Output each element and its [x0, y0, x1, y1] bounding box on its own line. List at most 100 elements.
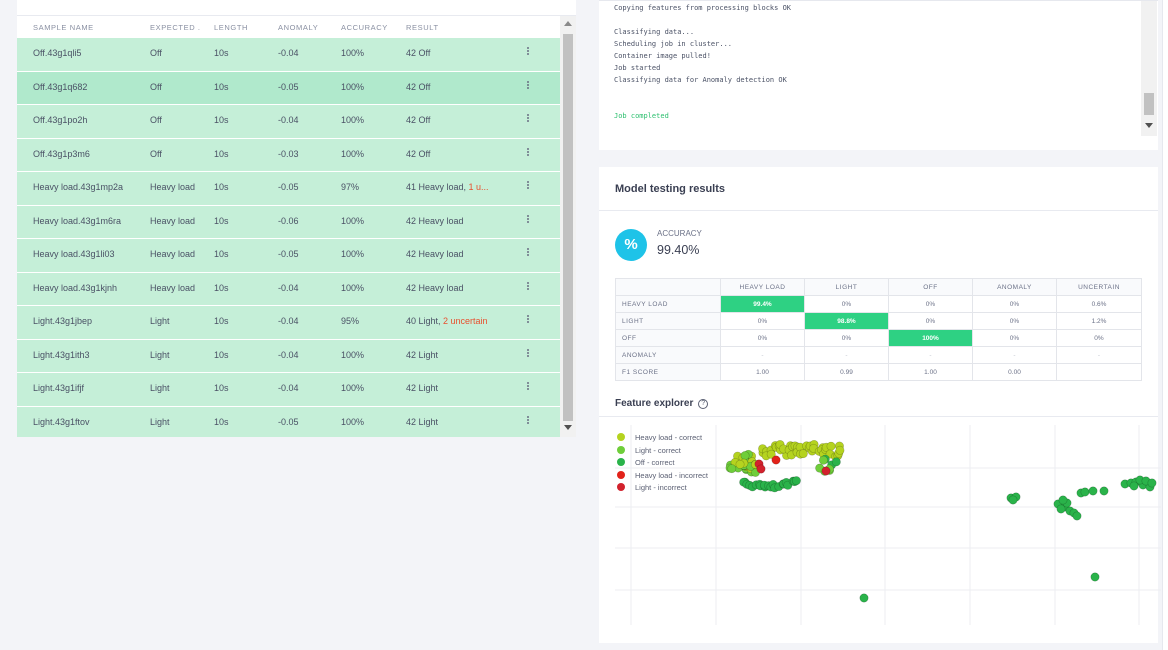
point-light[interactable]	[735, 459, 745, 469]
point-off[interactable]	[1080, 487, 1090, 497]
point-off[interactable]	[791, 476, 801, 486]
result: 42 Heavy load	[406, 249, 501, 259]
sample-name: Light.43g1ifjf	[33, 383, 85, 393]
sample-length: 10s	[214, 349, 229, 360]
point-off[interactable]	[1008, 495, 1018, 505]
table-row[interactable]: Heavy load.43g1kjnh Heavy load 10s -0.04 100…	[17, 272, 560, 306]
table-row[interactable]: Light.43g1ftov Light 10s -0.05 100% 42 Light	[17, 406, 560, 437]
matrix-cell: 0%	[888, 295, 973, 313]
point-off[interactable]	[1129, 481, 1139, 491]
point-light[interactable]	[727, 464, 737, 474]
table-row[interactable]: Off.43g1qli5 Off 10s -0.04 100% 42 Off	[17, 38, 560, 72]
log-scrollbar[interactable]	[1141, 1, 1157, 136]
row-menu-icon[interactable]	[524, 348, 532, 362]
point-off[interactable]	[1099, 486, 1109, 496]
table-scrollbar[interactable]	[560, 16, 576, 437]
scroll-down-icon[interactable]	[564, 425, 572, 430]
row-menu-icon[interactable]	[524, 180, 532, 194]
column-length[interactable]: LENGTH	[214, 23, 264, 32]
table-row[interactable]: Heavy load.43g1m6ra Heavy load 10s -0.06 100…	[17, 205, 560, 239]
legend-item[interactable]: Off - correct	[617, 458, 708, 471]
table-row[interactable]: Light.43g1ifjf Light 10s -0.04 100% 42 Light	[17, 373, 560, 407]
point-off[interactable]	[1058, 495, 1068, 505]
table-row[interactable]: Heavy load.43g1mp2a Heavy load 10s -0.05 97%…	[17, 172, 560, 206]
uncertain-count: 1 u...	[468, 182, 489, 192]
row-menu-icon[interactable]	[524, 113, 532, 127]
row-menu-icon[interactable]	[524, 46, 532, 60]
expected-label: Heavy load	[150, 249, 196, 259]
point-off[interactable]	[1072, 511, 1082, 521]
column-result[interactable]: RESULT	[406, 23, 466, 32]
table-row[interactable]: Off.43g1po2h Off 10s -0.04 100% 42 Off	[17, 105, 560, 139]
point-heavy-load-incorrect[interactable]	[771, 455, 781, 465]
accuracy: 100%	[341, 249, 365, 259]
result-text: 42 Light	[406, 416, 439, 427]
feature-explorer-label: Feature explorer	[615, 398, 694, 409]
accuracy-value: 99.40%	[657, 243, 700, 257]
log-line: Job completed	[614, 112, 669, 120]
column-sample-name[interactable]: SAMPLE NAME	[33, 23, 133, 32]
row-menu-icon[interactable]	[524, 80, 532, 94]
accuracy-label: ACCURACY	[657, 229, 702, 238]
point-off[interactable]	[1090, 572, 1100, 582]
table-row[interactable]: Light.43g1jbep Light 10s -0.04 95% 40 Light, …	[17, 306, 560, 340]
column-accuracy[interactable]: ACCURACY	[341, 23, 401, 32]
point-off[interactable]	[818, 455, 828, 465]
result: 41 Heavy load, 1 u...	[406, 182, 501, 192]
point-heavy-load[interactable]	[835, 445, 845, 455]
help-icon[interactable]: ?	[698, 399, 709, 409]
legend-item[interactable]: Heavy load - incorrect	[617, 470, 708, 484]
sample-name: Heavy load.43g1m6ra	[33, 215, 122, 226]
point-light[interactable]	[740, 451, 750, 461]
row-menu-icon[interactable]	[524, 281, 532, 295]
legend-label: Light - correct	[635, 445, 681, 455]
result-text: 42 Heavy load	[406, 249, 464, 259]
table-row[interactable]: Off.43g1q682 Off 10s -0.05 100% 42 Off	[17, 71, 560, 105]
divider	[599, 210, 1158, 211]
legend-dot-icon	[617, 470, 625, 479]
legend-item[interactable]: Light - incorrect	[617, 483, 708, 496]
log-scroll-down-icon[interactable]	[1145, 123, 1153, 128]
result: 42 Off	[406, 149, 501, 159]
result-text: 42 Heavy load	[406, 282, 464, 293]
column-anomaly[interactable]: ANOMALY	[278, 23, 328, 32]
row-menu-icon[interactable]	[524, 214, 532, 228]
matrix-cell: 0%	[972, 329, 1057, 347]
row-menu-icon[interactable]	[524, 147, 532, 161]
log-line: Container image pulled!	[614, 52, 711, 60]
point-heavy-load[interactable]	[826, 441, 836, 451]
matrix-cell: 0%	[972, 312, 1057, 330]
anomaly-score: -0.05	[278, 182, 299, 192]
point-light-incorrect[interactable]	[756, 464, 766, 474]
job-log-panel: Copying features from processing blocks …	[599, 0, 1158, 150]
accuracy: 100%	[341, 215, 365, 226]
row-menu-icon[interactable]	[524, 415, 532, 429]
scroll-up-icon[interactable]	[564, 21, 572, 26]
point-off[interactable]	[1088, 486, 1098, 496]
point-off[interactable]	[831, 457, 841, 467]
accuracy: 100%	[341, 416, 365, 427]
table-body: Off.43g1qli5 Off 10s -0.04 100% 42 Off Off.43g…	[17, 38, 560, 437]
matrix-cell: -	[888, 346, 973, 364]
log-line: Classifying data for Anomaly detection O…	[614, 76, 787, 84]
matrix-row: ANOMALY - - - - -	[615, 346, 1142, 364]
table-row[interactable]: Light.43g1ith3 Light 10s -0.04 100% 42 Light	[17, 339, 560, 373]
log-scroll-thumb[interactable]	[1144, 93, 1154, 115]
page-edge	[1162, 0, 1168, 650]
table-row[interactable]: Off.43g1p3m6 Off 10s -0.03 100% 42 Off	[17, 138, 560, 172]
row-menu-icon[interactable]	[524, 314, 532, 328]
sample-length: 10s	[214, 316, 229, 326]
result: 40 Light, 2 uncertain	[406, 316, 501, 326]
point-off[interactable]	[1147, 478, 1157, 488]
row-menu-icon[interactable]	[524, 247, 532, 261]
scroll-thumb[interactable]	[563, 34, 573, 421]
anomaly-score: -0.05	[278, 416, 299, 427]
column-expected[interactable]: EXPECTED ...	[150, 23, 200, 32]
accuracy: 100%	[341, 383, 365, 393]
legend-item[interactable]: Heavy load - correct	[617, 433, 708, 446]
row-menu-icon[interactable]	[524, 381, 532, 395]
point-light-incorrect[interactable]	[821, 466, 831, 476]
legend-item[interactable]: Light - correct	[617, 445, 708, 459]
table-row[interactable]: Heavy load.43g1li03 Heavy load 10s -0.05 100…	[17, 239, 560, 273]
point-off[interactable]	[859, 593, 869, 603]
